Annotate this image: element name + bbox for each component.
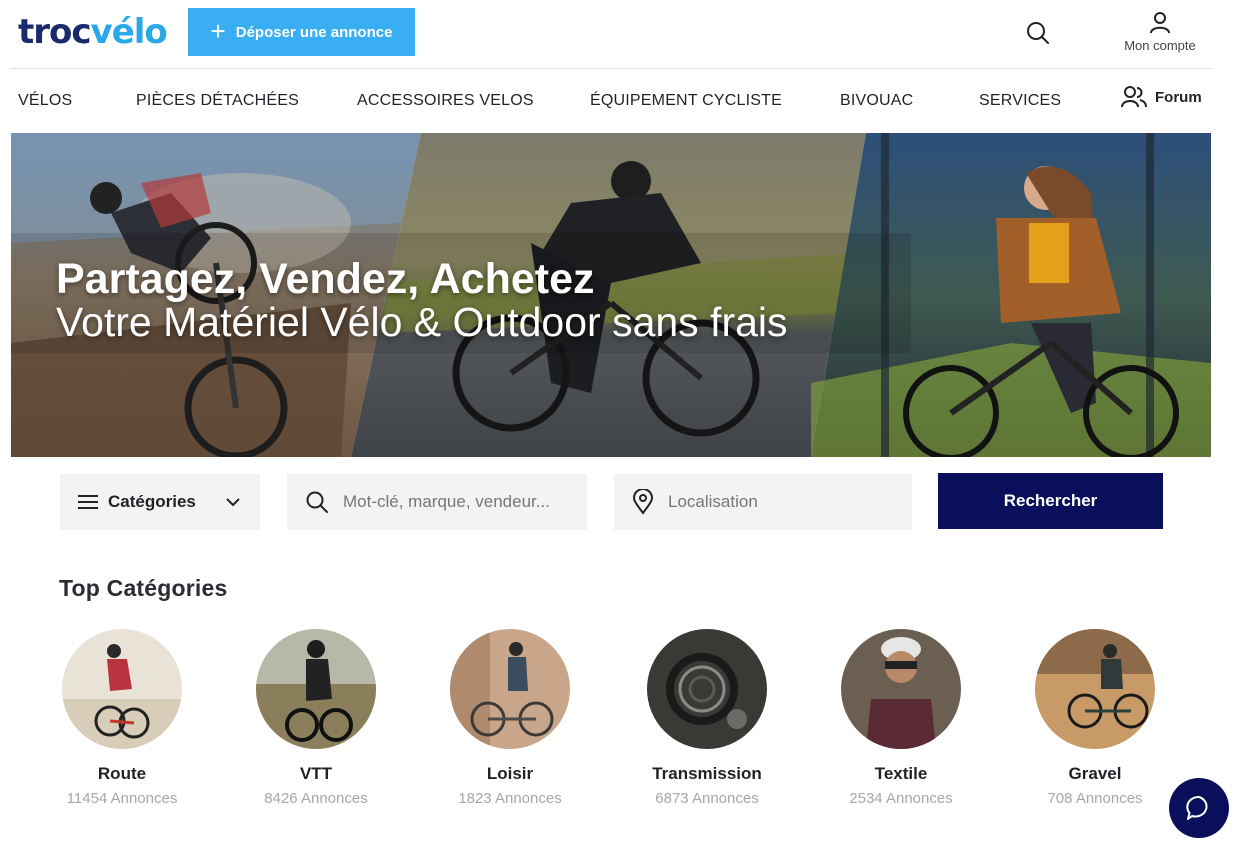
hero-subtitle: Votre Matériel Vélo & Outdoor sans frais <box>56 299 788 345</box>
chat-bubble-icon <box>1186 795 1208 820</box>
plus-icon: + <box>210 15 226 46</box>
forum-label: Forum <box>1155 88 1202 106</box>
category-count: 708 Annonces <box>1047 790 1143 807</box>
keyword-search-box <box>287 474 587 530</box>
post-ad-button[interactable]: + Déposer une annonce <box>188 8 415 56</box>
map-pin-icon <box>632 489 654 515</box>
header-divider <box>10 68 1212 69</box>
nav-item-accessoires-velos[interactable]: ACCESSOIRES VELOS <box>357 92 534 110</box>
hero-banner: Partagez, Vendez, Achetez Votre Matériel… <box>11 133 1211 457</box>
category-card-textile[interactable]: Textile 2534 Annonces <box>804 629 998 807</box>
category-image-loisir <box>450 629 570 749</box>
category-image-gravel <box>1035 629 1155 749</box>
category-name: Route <box>97 764 147 783</box>
category-name: VTT <box>299 764 333 783</box>
category-name: Gravel <box>1068 764 1122 783</box>
nav-item-bivouac[interactable]: BIVOUAC <box>840 92 913 110</box>
logo-part-velo: vélo <box>90 12 168 52</box>
chat-button[interactable] <box>1169 778 1229 838</box>
user-icon <box>1150 12 1170 34</box>
category-image-textile <box>841 629 961 749</box>
category-card-transmission[interactable]: Transmission 6873 Annonces <box>610 629 804 807</box>
top-categories-title: Top Catégories <box>59 575 228 601</box>
category-card-route[interactable]: Route 11454 Annonces <box>25 629 219 807</box>
category-image-vtt <box>256 629 376 749</box>
account-button[interactable]: Mon compte <box>1112 10 1208 53</box>
nav-item-velos[interactable]: VÉLOS <box>18 92 72 110</box>
header-search-icon[interactable] <box>1024 19 1052 47</box>
chevron-down-icon <box>226 498 240 507</box>
category-count: 8426 Annonces <box>264 790 368 807</box>
site-logo[interactable]: trocvélo <box>18 12 168 52</box>
users-icon <box>1121 86 1147 108</box>
search-button[interactable]: Rechercher <box>938 473 1163 529</box>
nav-item-equipement-cycliste[interactable]: ÉQUIPEMENT CYCLISTE <box>590 92 782 110</box>
category-count: 2534 Annonces <box>849 790 953 807</box>
logo-part-troc: troc <box>18 12 92 52</box>
category-name: Loisir <box>486 764 534 783</box>
category-count: 11454 Annonces <box>66 790 178 807</box>
category-count: 1823 Annonces <box>458 790 562 807</box>
main-nav: VÉLOS PIÈCES DÉTACHÉES ACCESSOIRES VELOS… <box>0 70 1244 130</box>
search-icon <box>1027 22 1049 44</box>
keyword-input[interactable] <box>343 492 563 512</box>
post-ad-label: Déposer une annonce <box>235 23 393 41</box>
category-name: Textile <box>874 764 928 783</box>
category-image-transmission <box>647 629 767 749</box>
nav-item-services[interactable]: SERVICES <box>979 92 1061 110</box>
search-icon <box>306 491 328 513</box>
category-image-route <box>62 629 182 749</box>
nav-item-forum[interactable]: Forum <box>1121 85 1202 109</box>
hero-title: Partagez, Vendez, Achetez <box>56 255 595 303</box>
location-search-box <box>614 474 912 530</box>
site-header: trocvélo + Déposer une annonce Mon compt… <box>0 0 1244 68</box>
category-card-loisir[interactable]: Loisir 1823 Annonces <box>413 629 607 807</box>
location-input[interactable] <box>668 492 888 512</box>
categories-dropdown[interactable]: Catégories <box>60 474 260 530</box>
account-label: Mon compte <box>1124 38 1196 53</box>
category-card-gravel[interactable]: Gravel 708 Annonces <box>998 629 1192 807</box>
categories-label: Catégories <box>108 492 196 511</box>
category-count: 6873 Annonces <box>655 790 759 807</box>
nav-item-pieces-detachees[interactable]: PIÈCES DÉTACHÉES <box>136 92 299 110</box>
menu-icon <box>78 495 98 509</box>
category-name: Transmission <box>652 764 762 783</box>
category-card-vtt[interactable]: VTT 8426 Annonces <box>219 629 413 807</box>
